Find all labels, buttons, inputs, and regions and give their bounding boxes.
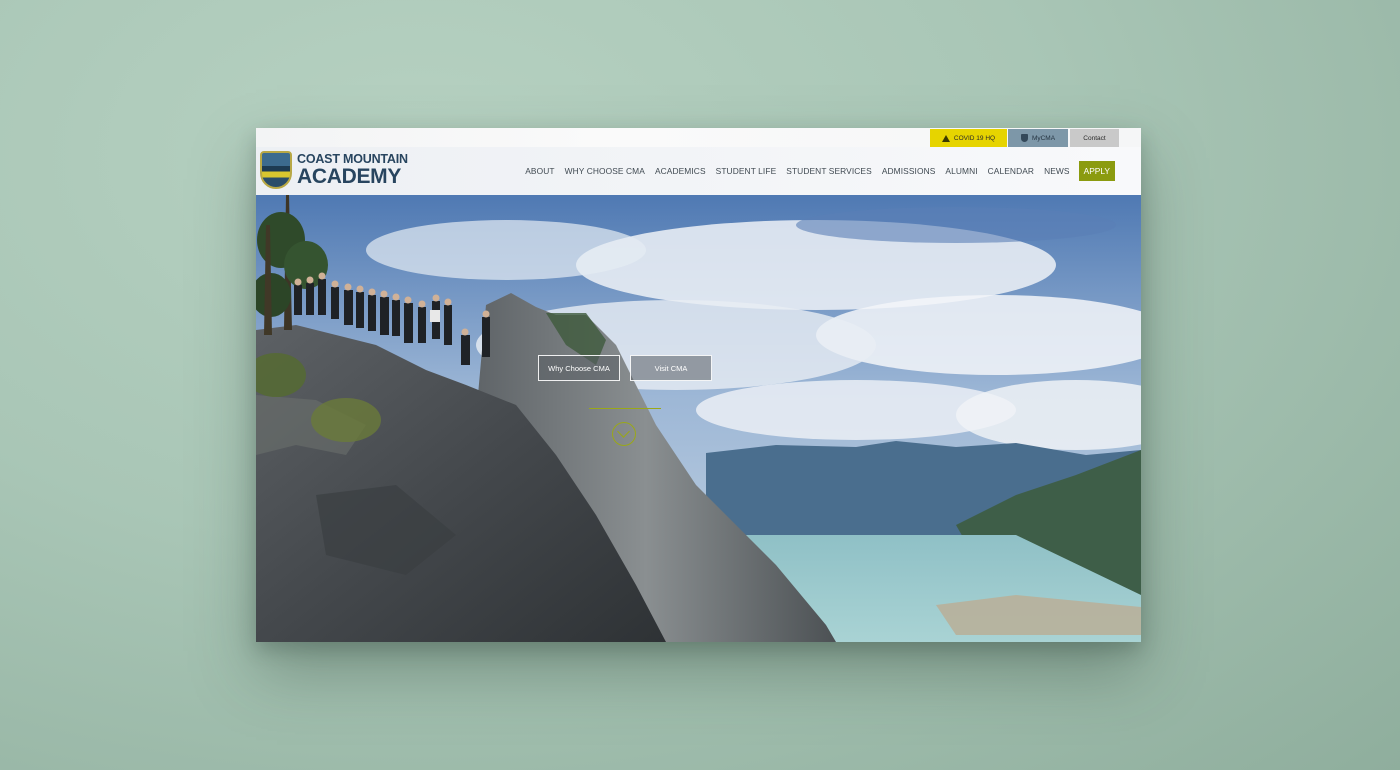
- visit-cma-button[interactable]: Visit CMA: [630, 355, 712, 381]
- hero-landscape-image: [256, 195, 1141, 642]
- nav-item-student-life[interactable]: STUDENT LIFE: [716, 166, 777, 176]
- nav-item-news[interactable]: NEWS: [1044, 166, 1070, 176]
- nav-item-calendar[interactable]: CALENDAR: [988, 166, 1034, 176]
- logo-line1: COAST MOUNTAIN: [297, 151, 408, 166]
- hero-divider: [589, 408, 661, 409]
- nav-item-academics[interactable]: ACADEMICS: [655, 166, 706, 176]
- covid-hq-label: COVID 19 HQ: [953, 134, 996, 142]
- browser-page: COVID 19 HQ MyCMA Contact COAST MOUNTAIN…: [256, 128, 1141, 642]
- contact-label: Contact: [1083, 134, 1106, 142]
- contact-button[interactable]: Contact: [1070, 129, 1119, 147]
- nav-item-student-services[interactable]: STUDENT SERVICES: [786, 166, 872, 176]
- nav-item-about[interactable]: ABOUT: [525, 166, 554, 176]
- logo-text: COAST MOUNTAIN ACADEMY: [297, 153, 408, 188]
- nav-item-admissions[interactable]: ADMISSIONS: [882, 166, 936, 176]
- hero-banner: Why Choose CMA Visit CMA: [256, 195, 1141, 642]
- apply-button[interactable]: APPLY: [1078, 161, 1115, 181]
- crest-icon: [260, 151, 292, 189]
- nav-links: ABOUT WHY CHOOSE CMA ACADEMICS STUDENT L…: [525, 161, 1115, 181]
- mycma-button[interactable]: MyCMA: [1008, 129, 1068, 147]
- warning-icon: [941, 134, 950, 142]
- why-choose-cma-button[interactable]: Why Choose CMA: [538, 355, 620, 381]
- site-logo[interactable]: COAST MOUNTAIN ACADEMY: [260, 151, 408, 189]
- nav-item-alumni[interactable]: ALUMNI: [945, 166, 977, 176]
- mycma-label: MyCMA: [1031, 134, 1056, 142]
- main-navigation: COAST MOUNTAIN ACADEMY ABOUT WHY CHOOSE …: [256, 147, 1141, 195]
- utility-bar: COVID 19 HQ MyCMA Contact: [256, 128, 1141, 147]
- shield-icon: [1020, 134, 1028, 142]
- nav-item-why-choose-cma[interactable]: WHY CHOOSE CMA: [565, 166, 645, 176]
- chevron-down-icon[interactable]: [612, 422, 636, 446]
- covid-hq-button[interactable]: COVID 19 HQ: [930, 129, 1007, 147]
- logo-line2: ACADEMY: [297, 165, 402, 189]
